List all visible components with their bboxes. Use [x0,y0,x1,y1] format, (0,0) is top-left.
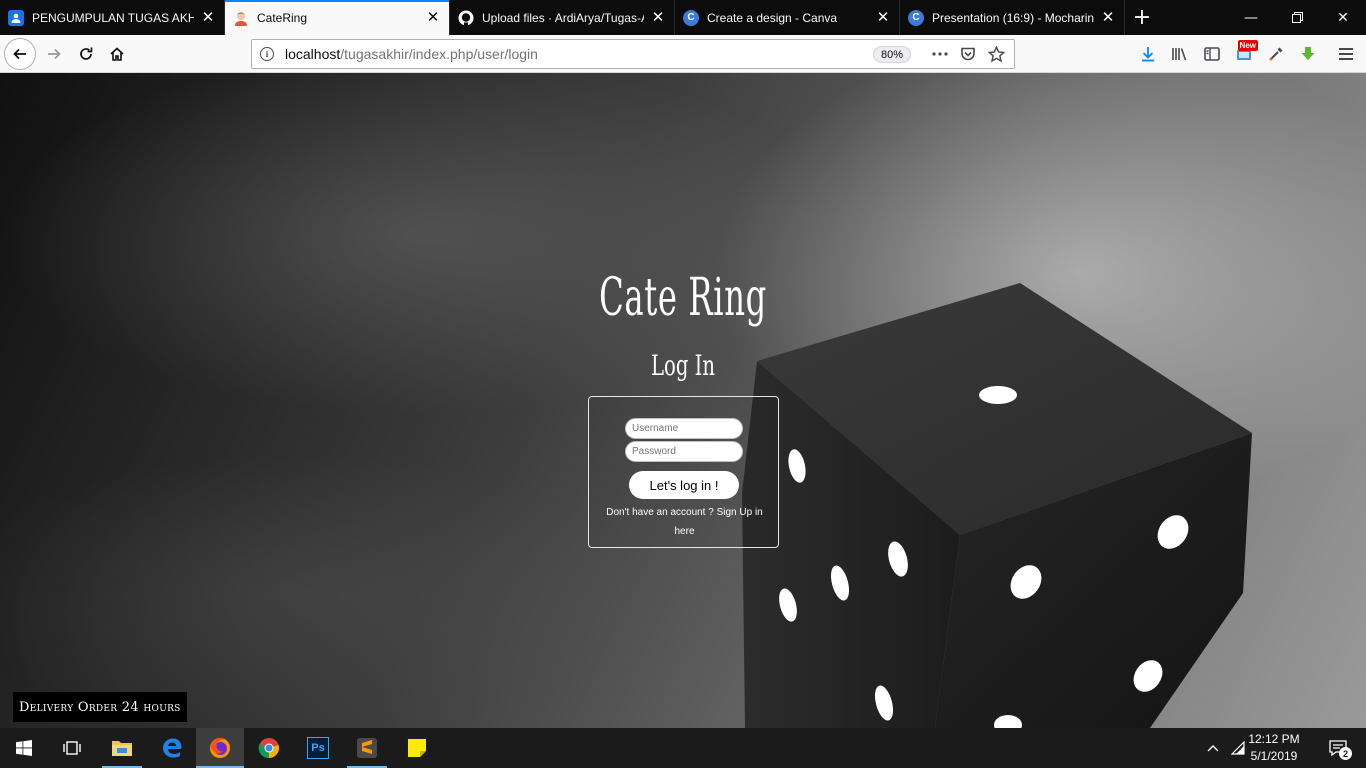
back-button[interactable] [4,38,36,70]
menu-icon[interactable] [1330,38,1362,70]
action-center-icon[interactable]: 2 [1318,728,1358,768]
photoshop-icon[interactable]: Ps [294,728,342,768]
tab-title: CateRing [257,10,308,25]
chrome-icon[interactable] [245,728,293,768]
tab-title: Create a design - Canva [707,10,838,25]
edge-icon[interactable] [148,728,196,768]
url-path: /tugasakhir/index.php/user/login [340,46,538,62]
page-actions-icon[interactable] [926,43,954,65]
restore-icon[interactable] [1274,0,1320,35]
new-tab-button[interactable]: + [1125,0,1159,35]
file-explorer-icon[interactable] [98,728,146,768]
login-form: Let's log in ! Don't have an account ? S… [588,396,779,548]
firefox-icon[interactable] [196,728,244,768]
login-heading: Log In [651,349,715,382]
delivery-badge: Delivery Order 24 hours [13,692,187,722]
screenshot-extension-icon[interactable]: New [1228,38,1260,70]
close-window-icon[interactable]: ✕ [1320,0,1366,35]
tab-canva-design[interactable]: C Create a design - Canva ✕ [675,0,900,35]
tab-strip: PENGUMPULAN TUGAS AKHIR ✕ CateRing ✕ Upl… [0,0,1366,35]
reload-button[interactable] [70,38,102,70]
toolbar-icons: New [1132,38,1362,70]
reload-icon [80,47,93,60]
site-info-icon[interactable]: i [260,47,274,61]
forward-button[interactable] [38,38,70,70]
signup-link[interactable]: Don't have an account ? Sign Up in here [597,503,772,541]
login-button[interactable]: Let's log in ! [629,471,739,499]
new-badge: New [1237,40,1258,51]
tab-pengumpulan[interactable]: PENGUMPULAN TUGAS AKHIR ✕ [0,0,225,35]
url-host: localhost [285,46,341,62]
canva-icon: C [908,9,924,26]
brand-title: Cate Ring [599,268,767,328]
tab-title: PENGUMPULAN TUGAS AKHIR [32,10,194,25]
windows-taskbar: Ps 12:12 PM 5/1/2019 2 [0,728,1366,768]
sidebar-icon[interactable] [1196,38,1228,70]
tab-title: Presentation (16:9) - Mocharint [932,10,1094,25]
close-tab-icon[interactable]: ✕ [200,10,216,26]
system-clock[interactable]: 12:12 PM 5/1/2019 [1246,731,1302,765]
sublime-icon[interactable] [343,728,391,768]
person-icon [8,9,24,26]
username-input[interactable] [625,418,743,439]
avatar-icon [233,10,249,26]
window-controls: — ✕ [1228,0,1366,35]
canva-icon: C [683,9,699,26]
photoshop-label: Ps [307,737,329,759]
home-icon [110,47,124,61]
eyedropper-icon[interactable] [1260,38,1292,70]
tab-title: Upload files · ArdiArya/Tugas-A [482,10,644,25]
tab-catering[interactable]: CateRing ✕ [225,0,450,35]
close-tab-icon[interactable]: ✕ [1100,10,1116,26]
clock-date: 5/1/2019 [1250,749,1298,763]
pocket-icon[interactable] [954,43,982,65]
home-button[interactable] [101,38,133,70]
notification-count: 2 [1339,747,1352,760]
download-icon[interactable] [1132,38,1164,70]
password-input[interactable] [625,441,743,462]
forward-arrow-icon [48,48,61,60]
task-view-icon[interactable] [48,728,96,768]
url-actions [926,43,1010,65]
tab-canva-presentation[interactable]: C Presentation (16:9) - Mocharint ✕ [900,0,1125,35]
url-text[interactable]: localhost/tugasakhir/index.php/user/logi… [285,46,538,62]
back-arrow-icon [13,48,26,60]
bookmark-star-icon[interactable] [982,43,1010,65]
minimize-icon[interactable]: — [1228,0,1274,35]
clock-time: 12:12 PM [1248,732,1300,746]
zoom-indicator[interactable]: 80% [873,46,912,63]
show-hidden-icons[interactable] [1201,728,1225,768]
download-helper-icon[interactable] [1292,38,1324,70]
tab-github-upload[interactable]: Upload files · ArdiArya/Tugas-A ✕ [450,0,675,35]
github-icon [458,10,474,26]
close-tab-icon[interactable]: ✕ [650,10,666,26]
close-tab-icon[interactable]: ✕ [425,10,441,26]
login-page: Cate Ring Log In Let's log in ! Don't ha… [0,73,1366,728]
close-tab-icon[interactable]: ✕ [875,10,891,26]
library-icon[interactable] [1164,38,1196,70]
start-icon[interactable] [0,728,48,768]
address-bar[interactable]: i localhost/tugasakhir/index.php/user/lo… [251,39,1015,69]
navigation-toolbar: i localhost/tugasakhir/index.php/user/lo… [0,35,1366,73]
sticky-notes-icon[interactable] [393,728,441,768]
